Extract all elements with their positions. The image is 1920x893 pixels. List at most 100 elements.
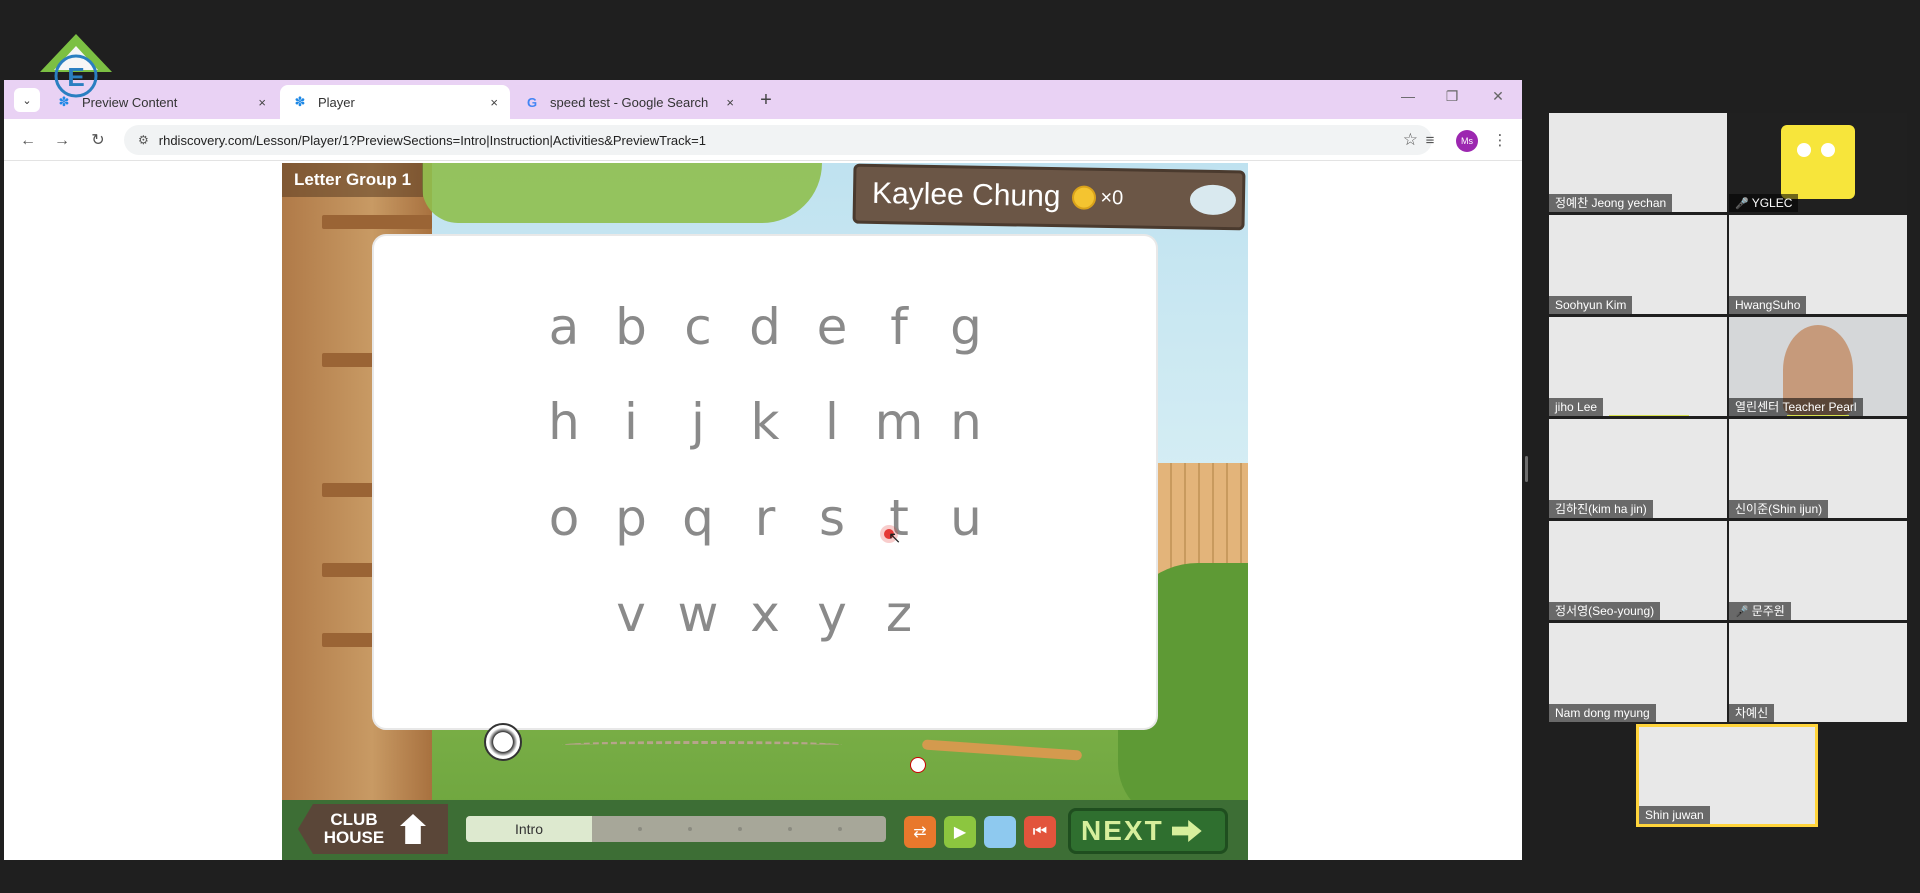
blank-button[interactable] — [984, 816, 1016, 848]
letter-n[interactable]: n — [933, 393, 1000, 451]
letter-y[interactable]: y — [799, 585, 866, 643]
site-info-icon[interactable]: ⚙ — [138, 133, 149, 147]
next-label: NEXT — [1081, 815, 1164, 846]
letter-g[interactable]: g — [933, 298, 1000, 356]
participant-tile[interactable]: 정서영(Seo-young) — [1549, 521, 1727, 620]
participant-name: Nam dong myung — [1549, 704, 1656, 722]
lesson-progress-bar: Intro — [466, 816, 886, 842]
play-icon: ▶ — [953, 824, 967, 841]
coin-icon — [1072, 185, 1097, 210]
minimize-icon[interactable]: — — [1396, 88, 1420, 104]
tab-title: Player — [318, 94, 355, 110]
participant-tile[interactable]: 차예신 — [1729, 623, 1907, 722]
letter-r[interactable]: r — [732, 489, 799, 547]
participant-name: YGLEC — [1751, 196, 1793, 210]
svg-text:E: E — [67, 62, 84, 92]
letter-l[interactable]: l — [799, 393, 866, 451]
letter-z[interactable]: z — [866, 585, 933, 643]
letter-row: a b c d e f g — [374, 298, 1156, 356]
mouse-cursor-icon: ↖ — [888, 530, 902, 547]
play-button[interactable]: ▶ — [944, 816, 976, 848]
letter-p[interactable]: p — [598, 489, 665, 547]
player-controls: CLUB HOUSE Intro ⇄ ▶ ⏮ NEXT — [282, 800, 1248, 860]
participant-tile[interactable]: jiho Lee — [1549, 317, 1727, 416]
letter-c[interactable]: c — [665, 298, 732, 356]
close-tab-icon[interactable]: × — [726, 95, 734, 110]
letter-row: o p q r s t u — [374, 489, 1156, 547]
participant-tile[interactable]: 열린센터 Teacher Pearl — [1729, 317, 1907, 416]
letter-j[interactable]: j — [665, 393, 732, 451]
reload-icon[interactable]: ↻ — [86, 129, 110, 153]
letter-row: h i j k l m n — [374, 393, 1156, 451]
letter-o[interactable]: o — [531, 489, 598, 547]
close-window-icon[interactable]: ✕ — [1486, 88, 1510, 105]
participant-tile-active-speaker[interactable]: Shin juwan — [1636, 724, 1818, 827]
letter-h[interactable]: h — [531, 393, 598, 451]
avatar — [1781, 125, 1855, 199]
bookmark-star-icon[interactable]: ☆ — [1403, 130, 1418, 150]
close-tab-icon[interactable]: × — [258, 95, 266, 110]
mic-muted-icon: 🎤 — [1735, 198, 1749, 210]
restart-button[interactable]: ⏮ — [1024, 816, 1056, 848]
clubhouse-button[interactable]: CLUB HOUSE — [298, 804, 448, 854]
house-icon — [400, 814, 426, 844]
lesson-player: Letter Group 1 Kaylee Chung ×0 a b c d e… — [282, 163, 1248, 860]
more-menu-icon[interactable]: ⋮ — [1488, 129, 1512, 153]
next-button[interactable]: NEXT — [1068, 808, 1228, 854]
address-bar[interactable]: ⚙ rhdiscovery.com/Lesson/Player/1?Previe… — [124, 125, 1432, 155]
tree-canopy-scenery — [422, 163, 822, 223]
participant-tile[interactable]: Nam dong myung — [1549, 623, 1727, 722]
new-tab-button[interactable]: + — [754, 88, 778, 112]
tab-speed-test[interactable]: G speed test - Google Search × — [512, 85, 746, 119]
shuffle-button[interactable]: ⇄ — [904, 816, 936, 848]
player-nameplate: Kaylee Chung ×0 — [852, 163, 1246, 231]
participant-tile[interactable]: 🎤 문주원 — [1729, 521, 1907, 620]
tab-player[interactable]: ✽ Player × — [280, 85, 510, 119]
academy-logo-icon: E — [40, 34, 112, 98]
letter-e[interactable]: e — [799, 298, 866, 356]
restore-icon[interactable]: ❐ — [1440, 88, 1464, 105]
clubhouse-label: CLUB HOUSE — [323, 810, 385, 847]
letter-w[interactable]: w — [665, 585, 732, 643]
participant-name: jiho Lee — [1549, 398, 1604, 416]
letter-v[interactable]: v — [598, 585, 665, 643]
letter-k[interactable]: k — [732, 393, 799, 451]
jump-rope-scenery — [562, 741, 842, 749]
tab-strip: ⌄ ✽ Preview Content × ✽ Player × G speed… — [4, 80, 1522, 119]
letter-i[interactable]: i — [598, 393, 665, 451]
forward-arrow-icon[interactable]: → — [50, 129, 74, 153]
participant-tile[interactable]: 김하진(kim ha jin) — [1549, 419, 1727, 518]
participant-tile[interactable]: 신이준(Shin ijun) — [1729, 419, 1907, 518]
participant-name: 신이준(Shin ijun) — [1729, 500, 1829, 518]
participant-tile[interactable]: 정예찬 Jeong yechan — [1549, 113, 1727, 212]
letter-d[interactable]: d — [732, 298, 799, 356]
back-arrow-icon[interactable]: ← — [16, 129, 40, 153]
participant-name: 정서영(Seo-young) — [1549, 602, 1661, 620]
player-name: Kaylee Chung — [871, 176, 1061, 214]
url-text[interactable]: rhdiscovery.com/Lesson/Player/1?PreviewS… — [159, 133, 706, 148]
letter-m[interactable]: m — [866, 393, 933, 451]
panel-resize-handle[interactable] — [1525, 456, 1528, 482]
bird-icon[interactable] — [1189, 184, 1237, 216]
letter-s[interactable]: s — [799, 489, 866, 547]
baseball-icon — [910, 757, 926, 773]
participant-tile[interactable]: HwangSuho — [1729, 215, 1907, 314]
shuffle-icon: ⇄ — [913, 824, 927, 841]
mic-muted-icon: 🎤 — [1735, 606, 1749, 618]
letter-u[interactable]: u — [933, 489, 1000, 547]
participant-tile[interactable]: 🎤 YGLEC — [1729, 113, 1907, 212]
letter-b[interactable]: b — [598, 298, 665, 356]
profile-avatar[interactable]: Ms — [1456, 130, 1478, 152]
letter-a[interactable]: a — [531, 298, 598, 356]
participant-label: 🎤 YGLEC — [1729, 194, 1799, 212]
close-tab-icon[interactable]: × — [490, 95, 498, 110]
letter-f[interactable]: f — [866, 298, 933, 356]
butterfly-icon: ✽ — [294, 94, 306, 109]
participant-tile[interactable]: Soohyun Kim — [1549, 215, 1727, 314]
letter-x[interactable]: x — [732, 585, 799, 643]
tab-title: speed test - Google Search — [550, 94, 709, 110]
letter-q[interactable]: q — [665, 489, 732, 547]
media-controls-icon[interactable]: ≡ — [1418, 129, 1442, 153]
baseball-bat-icon — [921, 739, 1083, 761]
chevron-down-icon: ⌄ — [22, 94, 32, 107]
